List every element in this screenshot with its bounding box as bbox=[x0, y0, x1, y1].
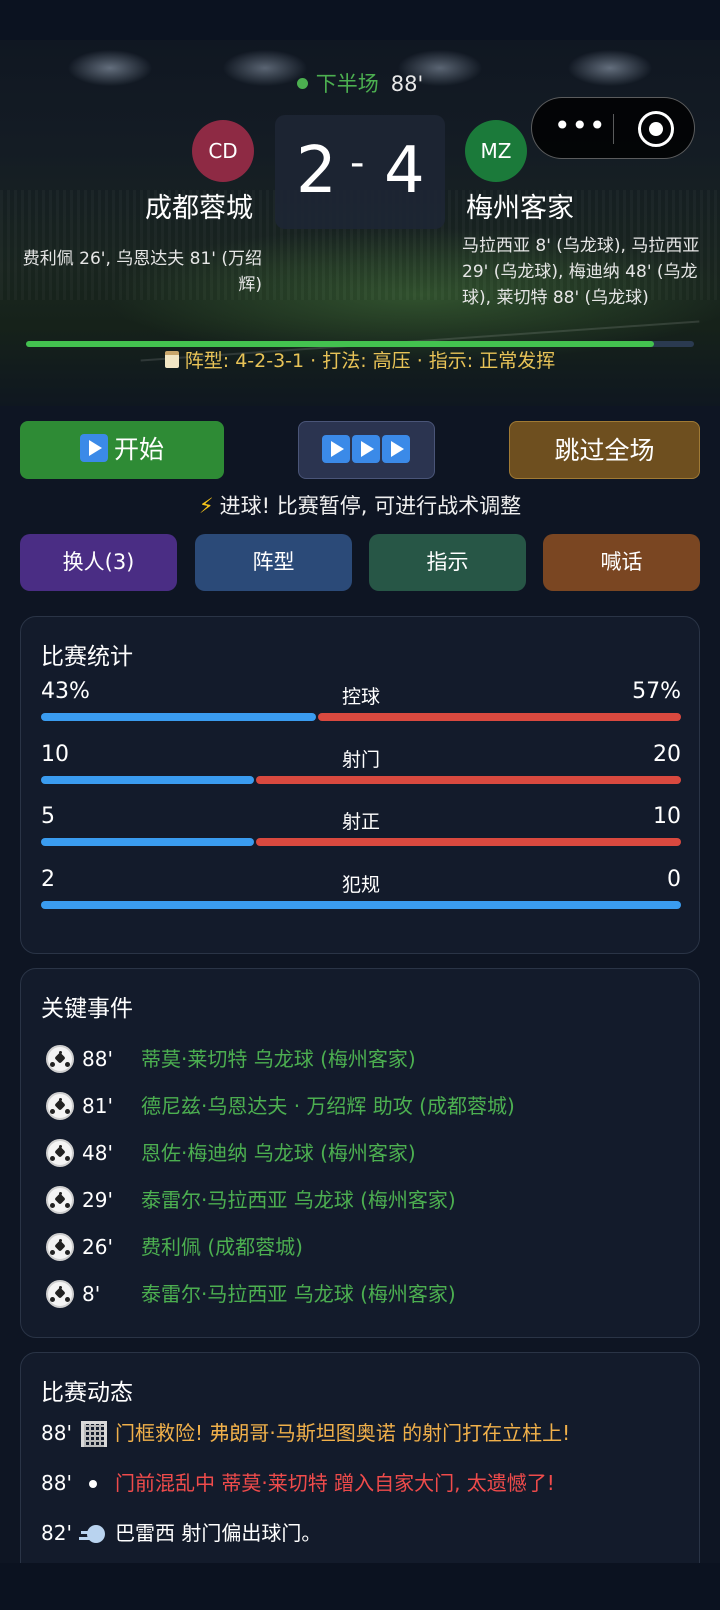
feed-minute: 88' bbox=[41, 1471, 72, 1495]
match-minute: 88' bbox=[390, 72, 424, 96]
events-title: 关键事件 bbox=[41, 996, 133, 1022]
away-stat-bar bbox=[256, 776, 681, 784]
capsule-divider bbox=[613, 114, 614, 144]
more-menu-icon[interactable]: ••• bbox=[554, 112, 607, 140]
goalpost-icon bbox=[81, 1421, 107, 1447]
tactics-summary: 阵型: 4-2-3-1 · 打法: 高压 · 指示: 正常发挥 bbox=[0, 346, 720, 373]
away-team-name: 梅州客家 bbox=[466, 193, 574, 224]
feed-text: 巴雷西 射门偏出球门。 bbox=[115, 1521, 322, 1545]
event-minute: 48' bbox=[82, 1141, 113, 1165]
feed-minute: 88' bbox=[41, 1421, 72, 1445]
navigation-bar bbox=[0, 1563, 720, 1610]
event-minute: 81' bbox=[82, 1094, 113, 1118]
play-icon bbox=[381, 435, 410, 463]
away-stat-value: 0 bbox=[667, 867, 681, 892]
event-text: 泰雷尔·马拉西亚 乌龙球 (梅州客家) bbox=[141, 1188, 456, 1212]
shout-button[interactable]: 喊话 bbox=[543, 534, 700, 591]
feed-text: 门框救险! 弗朗哥·马斯坦图奥诺 的射门打在立柱上! bbox=[115, 1421, 571, 1445]
stat-row: 5 射正 10 bbox=[41, 804, 681, 860]
event-minute: 88' bbox=[82, 1047, 113, 1071]
stat-row: 43% 控球 57% bbox=[41, 679, 681, 735]
event-minute: 8' bbox=[82, 1282, 101, 1306]
dot-icon bbox=[81, 1471, 107, 1497]
speed-button[interactable] bbox=[298, 421, 435, 479]
status-bar bbox=[0, 0, 720, 40]
key-events-card: 关键事件 88' 蒂莫·莱切特 乌龙球 (梅州客家) 81' 德尼兹·乌恩达夫 · 万… bbox=[20, 968, 700, 1338]
play-icon bbox=[79, 434, 108, 462]
play-icon bbox=[321, 435, 350, 463]
formation-button[interactable]: 阵型 bbox=[195, 534, 352, 591]
soccer-ball-icon bbox=[46, 1139, 74, 1167]
miniprogram-capsule: ••• bbox=[531, 97, 695, 159]
event-text: 泰雷尔·马拉西亚 乌龙球 (梅州客家) bbox=[141, 1282, 456, 1306]
away-stat-value: 57% bbox=[632, 679, 681, 704]
away-team-badge: MZ bbox=[465, 120, 527, 182]
home-stat-bar bbox=[41, 838, 254, 846]
stat-name: 射正 bbox=[341, 811, 380, 833]
home-stat-bar bbox=[41, 713, 316, 721]
score-separator: - bbox=[350, 140, 365, 186]
event-minute: 26' bbox=[82, 1235, 113, 1259]
clipboard-icon bbox=[164, 351, 179, 368]
away-scorers: 马拉西亚 8' (乌龙球), 马拉西亚 29' (乌龙球), 梅迪纳 48' (… bbox=[462, 236, 700, 308]
feed-title: 比赛动态 bbox=[41, 1380, 133, 1406]
match-feed-card: 比赛动态 88' 门框救险! 弗朗哥·马斯坦图奥诺 的射门打在立柱上! 88' 门前混… bbox=[20, 1352, 700, 1582]
instructions-button[interactable]: 指示 bbox=[369, 534, 526, 591]
away-stat-bar bbox=[318, 713, 681, 721]
match-period: 下半场 88' bbox=[0, 68, 720, 98]
event-text: 蒂莫·莱切特 乌龙球 (梅州客家) bbox=[141, 1047, 416, 1071]
start-label: 开始 bbox=[113, 435, 164, 464]
pause-notice: ⚡ 进球! 比赛暂停, 可进行战术调整 bbox=[0, 490, 720, 520]
soccer-ball-icon bbox=[46, 1092, 74, 1120]
close-miniprogram-icon[interactable] bbox=[638, 111, 674, 147]
match-stats-card: 比赛统计 43% 控球 57% 10 射门 20 5 射正 10 2 犯规 0 bbox=[20, 616, 700, 954]
soccer-ball-icon bbox=[46, 1045, 74, 1073]
away-stat-value: 20 bbox=[653, 742, 681, 767]
period-label: 下半场 bbox=[315, 72, 379, 96]
match-header: 下半场 88' CD 成都蓉城 2 - 4 MZ 梅州客家 ••• 费利佩 26'… bbox=[0, 40, 720, 406]
stat-row: 2 犯规 0 bbox=[41, 867, 681, 923]
event-text: 恩佐·梅迪纳 乌龙球 (梅州客家) bbox=[141, 1141, 416, 1165]
wind-icon bbox=[81, 1521, 107, 1547]
away-stat-bar bbox=[256, 838, 681, 846]
away-stat-value: 10 bbox=[653, 804, 681, 829]
home-score: 2 bbox=[296, 134, 337, 208]
play-icon bbox=[351, 435, 380, 463]
stats-title: 比赛统计 bbox=[41, 644, 133, 670]
away-score: 4 bbox=[384, 134, 425, 208]
feed-text: 门前混乱中 蒂莫·莱切特 蹭入自家大门, 太遗憾了! bbox=[115, 1471, 555, 1495]
notice-text: 进球! 比赛暂停, 可进行战术调整 bbox=[219, 494, 522, 518]
stat-name: 控球 bbox=[341, 686, 380, 708]
start-button[interactable]: 开始 bbox=[20, 421, 224, 479]
home-team-name: 成都蓉城 bbox=[145, 193, 253, 224]
lightning-icon: ⚡ bbox=[198, 494, 214, 518]
stat-name: 犯规 bbox=[341, 874, 380, 896]
event-text: 德尼兹·乌恩达夫 · 万绍辉 助攻 (成都蓉城) bbox=[141, 1094, 515, 1118]
substitution-button[interactable]: 换人(3) bbox=[20, 534, 177, 591]
feed-minute: 82' bbox=[41, 1521, 72, 1545]
home-team-badge: CD bbox=[192, 120, 254, 182]
skip-match-button[interactable]: 跳过全场 bbox=[509, 421, 700, 479]
home-scorers: 费利佩 26', 乌恩达夫 81' (万绍辉) bbox=[22, 249, 262, 295]
event-minute: 29' bbox=[82, 1188, 113, 1212]
live-dot-icon bbox=[296, 77, 308, 89]
soccer-ball-icon bbox=[46, 1186, 74, 1214]
stat-name: 射门 bbox=[341, 749, 380, 771]
event-text: 费利佩 (成都蓉城) bbox=[141, 1235, 303, 1259]
soccer-ball-icon bbox=[46, 1233, 74, 1261]
stat-row: 10 射门 20 bbox=[41, 742, 681, 798]
home-stat-bar bbox=[41, 776, 254, 784]
home-stat-bar bbox=[41, 901, 681, 909]
soccer-ball-icon bbox=[46, 1280, 74, 1308]
tactics-text: 阵型: 4-2-3-1 · 打法: 高压 · 指示: 正常发挥 bbox=[184, 350, 556, 372]
